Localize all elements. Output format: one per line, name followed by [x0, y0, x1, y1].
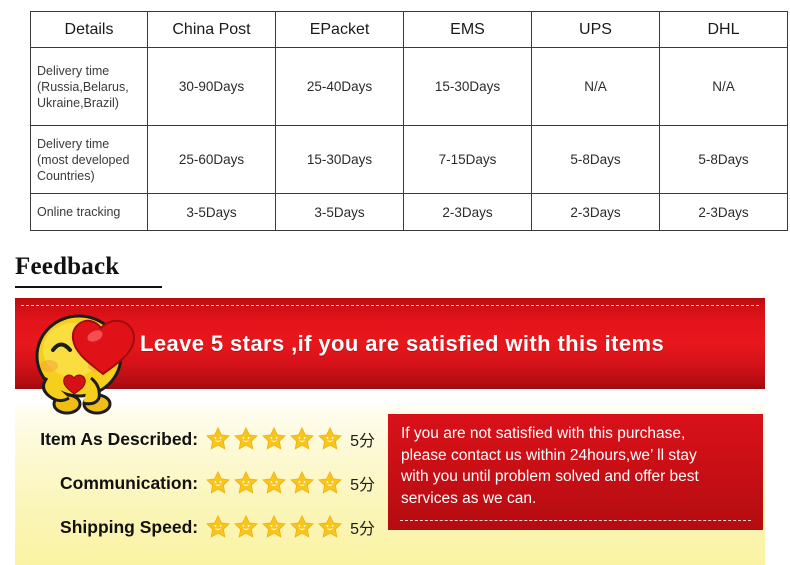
rating-panel: Item As Described: 5分 Communication: 5分 — [15, 405, 765, 565]
unsatisfied-note-text: If you are not satisfied with this purch… — [401, 423, 753, 509]
star-icon — [234, 514, 258, 538]
cell-value: 7-15Days — [403, 125, 532, 194]
table-header-epacket: EPacket — [275, 11, 404, 48]
table-row: Online tracking 3-5Days 3-5Days 2-3Days … — [30, 193, 788, 231]
feedback-banner: Leave 5 stars ,if you are satisfied with… — [15, 298, 765, 415]
cell-value: 25-40Days — [275, 47, 404, 126]
cell-value: 2-3Days — [659, 193, 788, 231]
row-label-line: (Russia,Belarus, — [37, 79, 129, 94]
star-icon — [262, 514, 286, 538]
rating-label: Shipping Speed: — [60, 516, 199, 537]
table-header-ems: EMS — [403, 11, 532, 48]
star-icon — [206, 514, 230, 538]
table-header-china-post: China Post — [147, 11, 276, 48]
row-label-line: Countries) — [37, 168, 95, 183]
star-icon — [290, 470, 314, 494]
feedback-heading: Feedback — [15, 253, 120, 280]
rating-stars — [205, 426, 345, 452]
cell-value: 3-5Days — [147, 193, 276, 231]
feedback-heading-underline — [15, 286, 162, 288]
note-line: If you are not satisfied with this purch… — [401, 425, 686, 442]
banner-text: Leave 5 stars ,if you are satisfied with… — [140, 331, 665, 356]
cell-value: 5-8Days — [531, 125, 660, 194]
table-header-ups: UPS — [531, 11, 660, 48]
note-line: please contact us within 24hours,we’ ll … — [401, 446, 697, 464]
row-label-line: Ukraine,Brazil) — [37, 95, 119, 110]
row-label-line: Delivery time — [37, 63, 110, 78]
table-header-details: Details — [30, 11, 148, 48]
table-row: Delivery time (most developed Countries)… — [30, 125, 788, 194]
rating-row-item-as-described: Item As Described: 5分 — [15, 421, 375, 457]
cell-value: 15-30Days — [275, 125, 404, 194]
rating-score: 5分 — [350, 433, 375, 450]
star-icon — [262, 426, 286, 450]
row-label-line: (most developed — [37, 152, 130, 167]
star-icon — [318, 470, 342, 494]
rating-rows: Item As Described: 5分 Communication: 5分 — [15, 421, 375, 553]
star-icon — [290, 426, 314, 450]
row-label: Delivery time (Russia,Belarus, Ukraine,B… — [30, 47, 148, 126]
star-icon — [234, 470, 258, 494]
rating-stars — [205, 514, 345, 540]
row-label: Delivery time (most developed Countries) — [30, 125, 148, 194]
star-icon — [318, 514, 342, 538]
rating-stars — [205, 470, 345, 496]
cell-value: 5-8Days — [659, 125, 788, 194]
rating-row-communication: Communication: 5分 — [15, 465, 375, 501]
cell-value: N/A — [531, 47, 660, 126]
cell-value: 25-60Days — [147, 125, 276, 194]
table-row: Delivery time (Russia,Belarus, Ukraine,B… — [30, 47, 788, 126]
rating-row-shipping-speed: Shipping Speed: 5分 — [15, 509, 375, 545]
row-label-line: Delivery time — [37, 136, 110, 151]
rating-label: Item As Described: — [40, 428, 199, 449]
rating-label: Communication: — [60, 472, 199, 493]
cell-value: 2-3Days — [403, 193, 532, 231]
star-icon — [234, 426, 258, 450]
note-line: with you until problem solved and offer … — [401, 468, 699, 485]
cell-value: 3-5Days — [275, 193, 404, 231]
star-icon — [206, 470, 230, 494]
star-icon — [206, 426, 230, 450]
rating-score: 5分 — [350, 521, 375, 538]
unsatisfied-note-box: If you are not satisfied with this purch… — [388, 414, 763, 530]
star-icon — [318, 426, 342, 450]
table-header-row: Details China Post EPacket EMS UPS DHL — [30, 11, 788, 48]
table-header-dhl: DHL — [659, 11, 788, 48]
note-dashed-line — [400, 520, 751, 521]
star-icon — [290, 514, 314, 538]
row-label-line: Online tracking — [37, 205, 121, 219]
shipping-info-table: Details China Post EPacket EMS UPS DHL D… — [30, 11, 788, 231]
cell-value: N/A — [659, 47, 788, 126]
cell-value: 30-90Days — [147, 47, 276, 126]
rating-score: 5分 — [350, 477, 375, 494]
cell-value: 2-3Days — [531, 193, 660, 231]
cell-value: 15-30Days — [403, 47, 532, 126]
star-icon — [262, 470, 286, 494]
row-label: Online tracking — [30, 193, 148, 231]
note-line: services as we can. — [401, 489, 537, 507]
kissing-chick-icon — [35, 314, 136, 415]
